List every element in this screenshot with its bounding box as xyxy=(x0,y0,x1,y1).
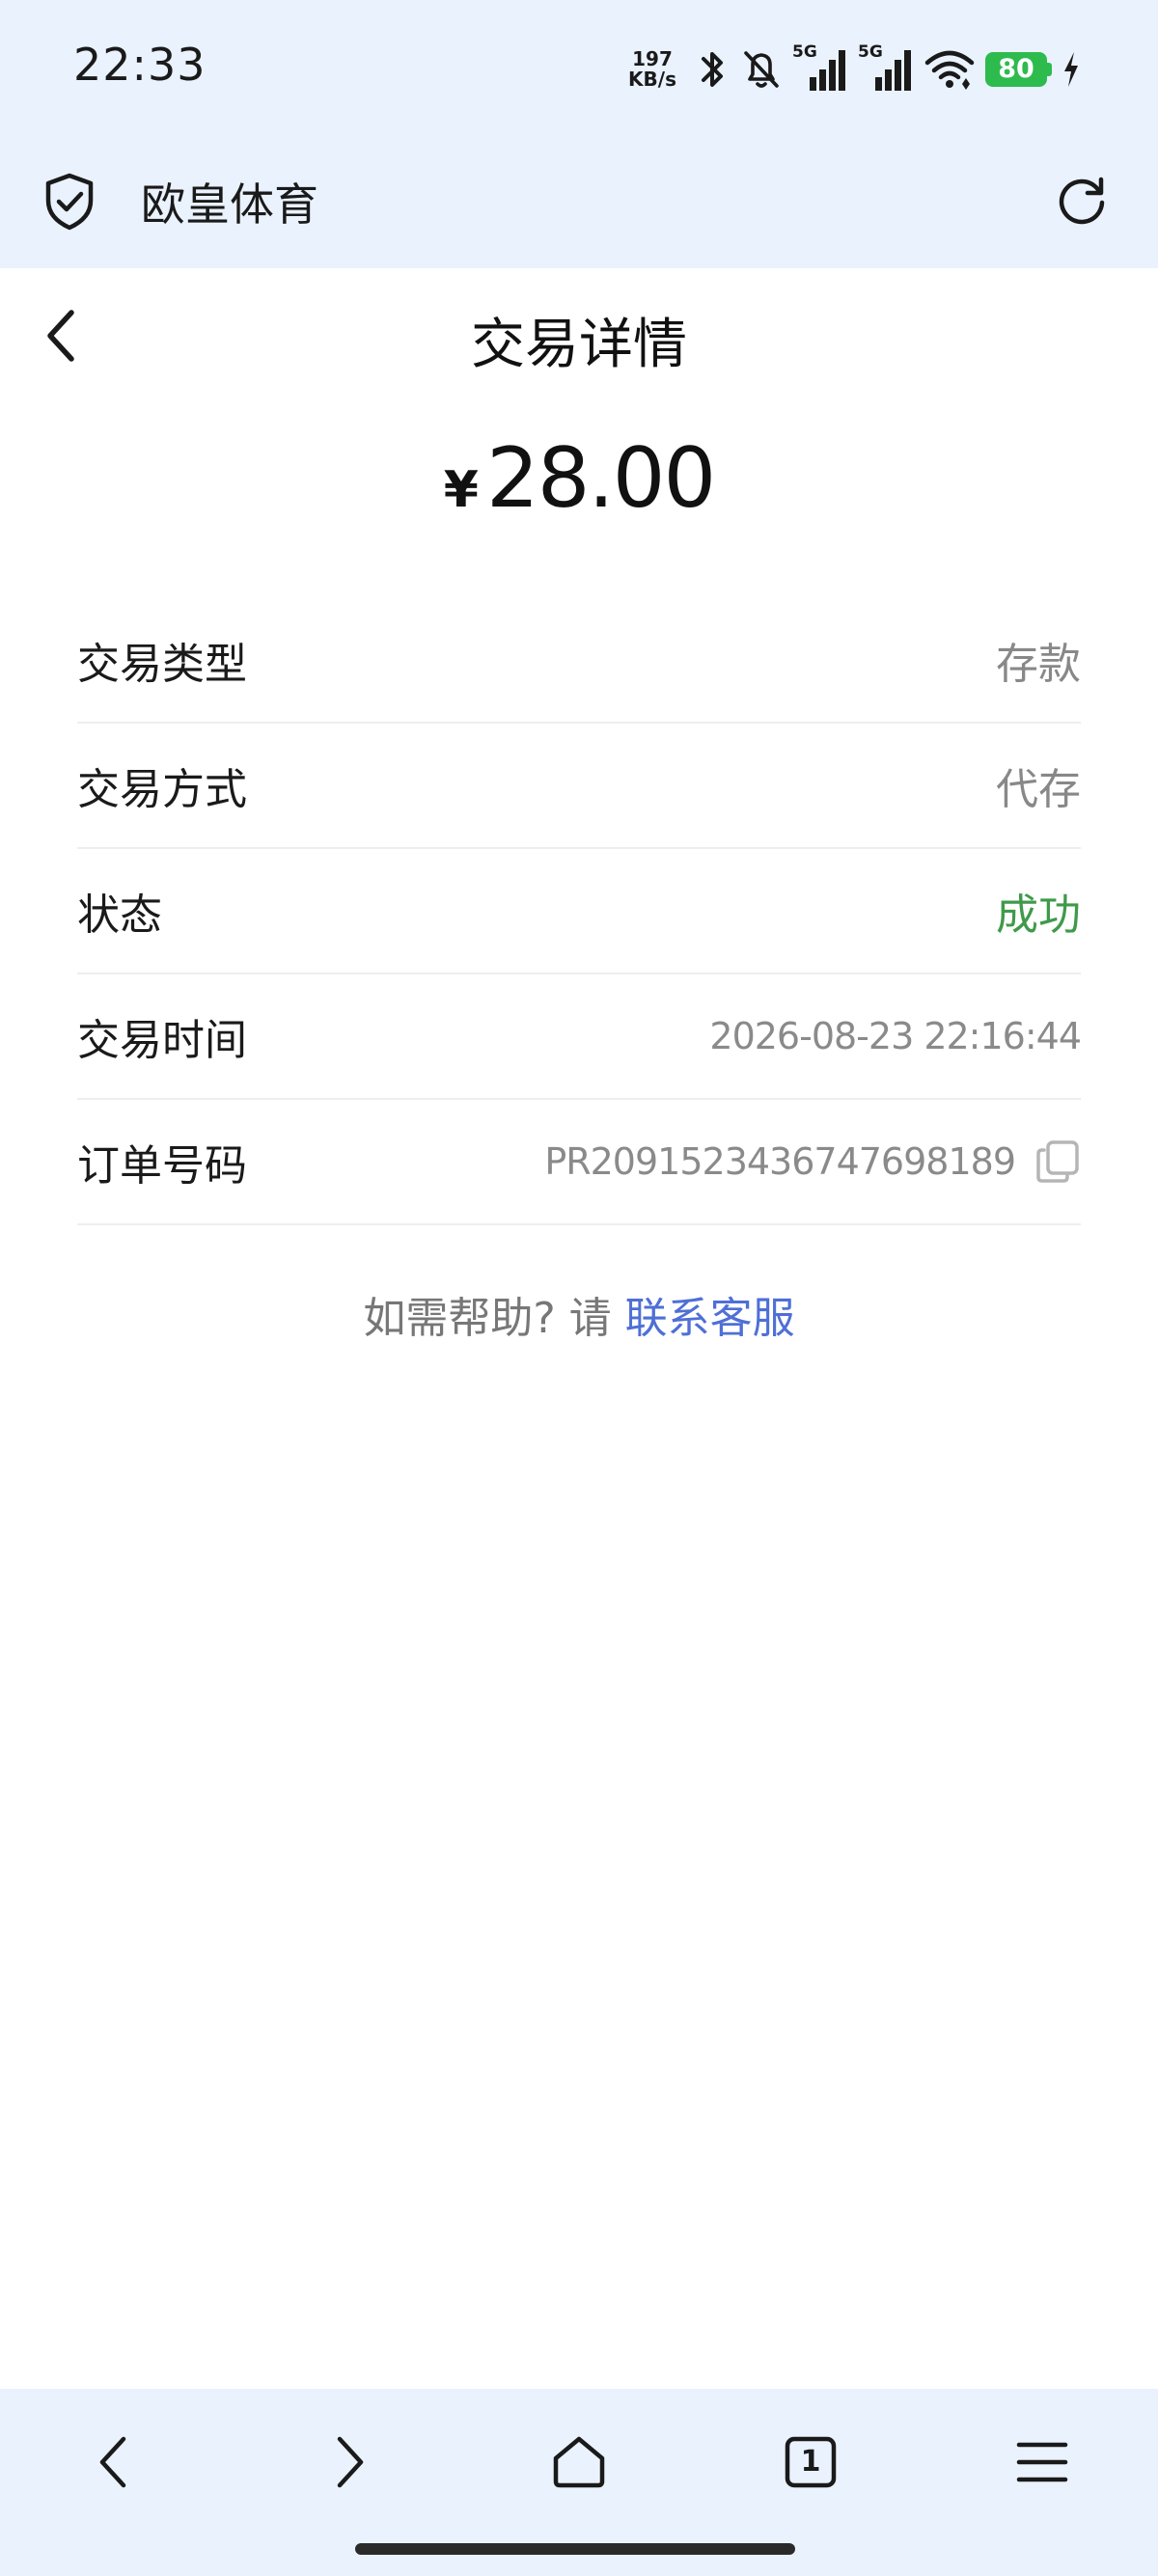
page-title: 交易详情 xyxy=(471,314,687,376)
detail-row-type: 交易类型 存款 xyxy=(77,598,1081,724)
order-number-text: PR2091523436747698189 xyxy=(544,1140,1016,1183)
browser-back-icon[interactable] xyxy=(85,2431,147,2493)
detail-row-time: 交易时间 2026-08-23 22:16:44 xyxy=(77,974,1082,1100)
shield-check-icon[interactable] xyxy=(42,172,96,232)
wifi-icon xyxy=(924,50,975,90)
detail-label: 交易方式 xyxy=(77,765,247,814)
status-value: 成功 xyxy=(996,891,1081,940)
detail-value: 2026-08-23 22:16:44 xyxy=(709,1015,1082,1057)
detail-label: 订单号码 xyxy=(77,1141,247,1191)
charging-icon xyxy=(1064,52,1078,87)
network-speed-value: 197 xyxy=(632,47,673,70)
browser-menu-icon[interactable] xyxy=(1011,2431,1073,2493)
transaction-details: 交易类型 存款 交易方式 代存 状态 成功 交易时间 2026-08-23 22… xyxy=(77,598,1082,1225)
site-title: 欧皇体育 xyxy=(141,178,318,231)
detail-label: 交易时间 xyxy=(77,1016,247,1065)
status-bar: 22:33 197 KB/s 5G 5G 80 xyxy=(0,0,1158,137)
signal-bars-icon xyxy=(875,50,911,91)
detail-value: 代存 xyxy=(996,765,1081,814)
page-nav: 交易详情 xyxy=(0,268,1158,403)
transaction-amount: ¥28.00 xyxy=(0,430,1158,527)
tab-count: 1 xyxy=(800,2445,821,2479)
detail-row-status: 状态 成功 xyxy=(77,849,1081,974)
browser-tabs-button[interactable]: 1 xyxy=(780,2431,841,2493)
network-speed: 197 KB/s xyxy=(628,49,676,90)
signal-sim1: 5G xyxy=(792,42,848,93)
browser-header: 欧皇体育 xyxy=(0,137,1158,268)
status-icons: 197 KB/s 5G 5G 80 xyxy=(628,42,1081,96)
amount-currency: ¥ xyxy=(443,461,479,519)
detail-row-method: 交易方式 代存 xyxy=(77,724,1081,849)
signal-bars-icon xyxy=(810,50,845,91)
battery-level: 80 xyxy=(985,52,1047,87)
battery: 80 xyxy=(985,52,1052,87)
detail-label: 状态 xyxy=(77,891,162,940)
bell-muted-icon xyxy=(744,51,779,88)
amount-value: 28.00 xyxy=(485,430,716,527)
browser-home-icon[interactable] xyxy=(548,2431,610,2493)
help-prefix: 如需帮助? 请 xyxy=(363,1294,625,1343)
status-time: 22:33 xyxy=(73,39,207,91)
refresh-icon[interactable] xyxy=(1054,172,1110,228)
signal-sim2: 5G xyxy=(858,42,914,93)
copy-icon[interactable] xyxy=(1034,1138,1081,1185)
battery-cap xyxy=(1047,63,1052,76)
browser-forward-icon[interactable] xyxy=(317,2431,378,2493)
detail-row-order-number: 订单号码 PR2091523436747698189 xyxy=(77,1100,1081,1225)
detail-value: 存款 xyxy=(996,640,1081,689)
contact-support-link[interactable]: 联系客服 xyxy=(625,1294,795,1343)
help-text: 如需帮助? 请 联系客服 xyxy=(0,1283,1158,1345)
order-number-value: PR2091523436747698189 xyxy=(544,1138,1081,1185)
home-indicator[interactable] xyxy=(355,2543,795,2555)
detail-label: 交易类型 xyxy=(77,640,247,689)
bluetooth-icon xyxy=(702,52,723,87)
network-speed-unit: KB/s xyxy=(628,68,676,91)
